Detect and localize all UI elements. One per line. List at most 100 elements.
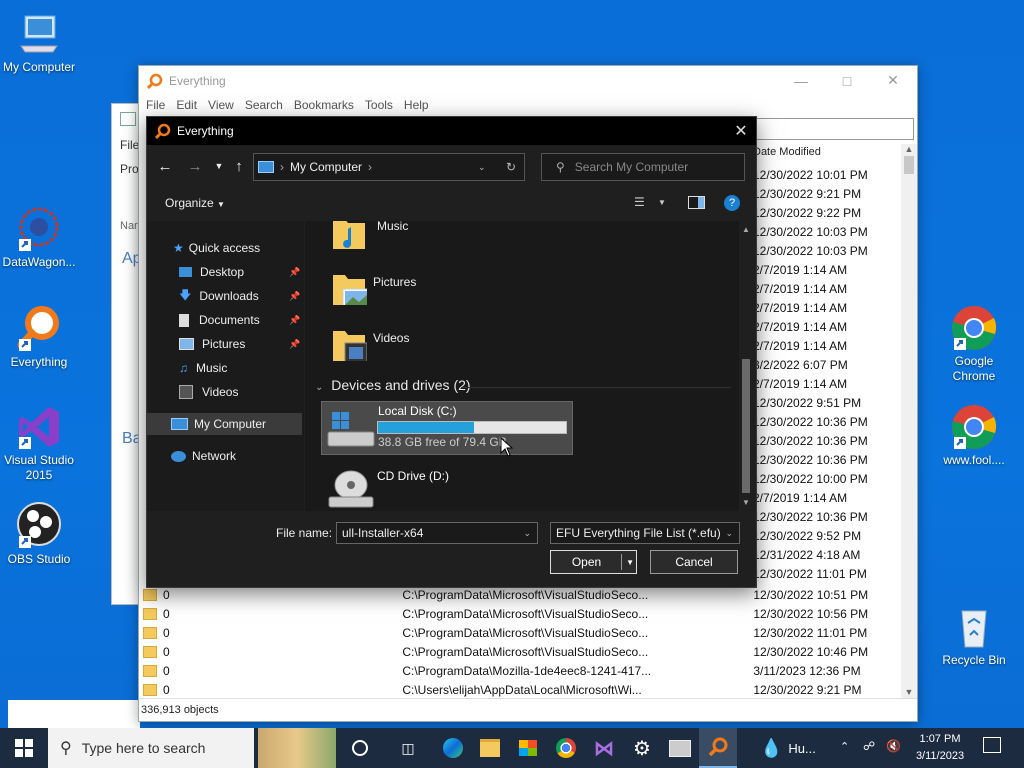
main-search-input[interactable] [756, 118, 914, 140]
nav-music[interactable]: ♫ Music [179, 357, 227, 379]
nav-quick-access[interactable]: ★ Quick access [173, 237, 260, 259]
open-file-dialog[interactable]: Everything ✕ ← → ▼ ↑ › My Computer › ⌄ ↻… [146, 116, 757, 588]
drive-local-disk-c[interactable]: Local Disk (C:) 38.8 GB free of 79.4 GB [321, 401, 573, 455]
scroll-up-icon[interactable]: ▲ [739, 225, 753, 234]
taskbar-weather[interactable]: 💧 Hu... [760, 728, 816, 768]
address-bar[interactable]: › My Computer › ⌄ ↻ [253, 153, 525, 181]
breadcrumb[interactable]: My Computer [290, 160, 362, 174]
folder-label: Videos [373, 331, 410, 345]
tray-chevron-icon[interactable]: ⌃ [840, 740, 849, 753]
dialog-close-button[interactable]: ✕ [726, 117, 756, 145]
taskbar-app-scanner[interactable] [661, 728, 699, 768]
folder-videos[interactable]: Videos [331, 325, 409, 361]
menu-edit[interactable]: Edit [176, 98, 197, 112]
taskbar-edge[interactable] [434, 728, 472, 768]
desktop-icon-recycle-bin[interactable]: Recycle Bin [935, 603, 1013, 668]
column-date-modified[interactable]: Date Modified [753, 146, 821, 158]
desktop-icon-google-chrome[interactable]: Google Chrome [935, 304, 1013, 384]
nav-desktop[interactable]: Desktop [179, 261, 244, 283]
recent-chevron-icon[interactable]: ▼ [209, 151, 229, 181]
view-chevron-icon[interactable]: ▼ [658, 198, 666, 207]
scroll-thumb[interactable] [904, 156, 914, 174]
folder-pictures[interactable]: Pictures [331, 269, 416, 305]
menu-search[interactable]: Search [245, 98, 283, 112]
pin-icon[interactable]: 📌 [289, 267, 300, 278]
chevron-down-icon: ▼ [217, 200, 225, 209]
minimize-button[interactable]: — [778, 66, 824, 95]
taskbar-clock[interactable]: 1:07 PM 3/11/2023 [910, 731, 970, 765]
content-scrollbar[interactable]: ▲ ▼ [739, 221, 753, 511]
menu-bookmarks[interactable]: Bookmarks [294, 98, 354, 112]
organize-button[interactable]: Organize ▼ [165, 196, 225, 210]
task-view-button[interactable]: ◫ [389, 728, 427, 768]
scroll-down-icon[interactable]: ▼ [901, 687, 917, 697]
table-row[interactable]: 0 C:\ProgramData\Mozilla-1de4eec8-1241-41… [143, 661, 893, 680]
desktop-icon-fool[interactable]: www.fool.... [935, 403, 1013, 468]
cortana-button[interactable] [341, 728, 379, 768]
taskbar-store[interactable] [509, 728, 547, 768]
nav-documents[interactable]: Documents [179, 309, 260, 331]
nav-label: My Computer [194, 417, 267, 431]
dialog-search-input[interactable]: ⚲ Search My Computer [541, 153, 745, 181]
menu-tools[interactable]: Tools [365, 98, 393, 112]
taskbar-search-box[interactable]: ⚲ Type here to search [48, 728, 254, 768]
file-name-input[interactable]: ull-Installer-x64 ⌄ [336, 522, 538, 544]
desktop-icon-my-computer[interactable]: My Computer [0, 10, 78, 75]
drive-free-text: 38.8 GB free of 79.4 GB [378, 435, 507, 449]
network-tray-icon[interactable]: ☍ [863, 739, 875, 753]
cancel-button[interactable]: Cancel [650, 550, 738, 574]
close-button[interactable]: ✕ [870, 66, 916, 95]
file-type-select[interactable]: EFU Everything File List (*.efu) ⌄ [550, 522, 740, 544]
taskbar-everything[interactable] [699, 728, 737, 768]
menu-file[interactable]: File [146, 98, 165, 112]
nav-pictures[interactable]: Pictures [179, 333, 245, 355]
taskbar-chrome[interactable] [547, 728, 585, 768]
folder-music[interactable]: Music [331, 221, 408, 249]
drive-cd-d[interactable]: CD Drive (D:) [321, 463, 571, 511]
devices-and-drives-header[interactable]: ⌄ Devices and drives (2) [315, 377, 471, 393]
help-icon[interactable]: ? [724, 195, 740, 211]
table-row[interactable]: 0 C:\ProgramData\Microsoft\VisualStudioSe… [143, 604, 893, 623]
taskbar-settings[interactable]: ⚙ [623, 728, 661, 768]
maximize-button[interactable]: □ [824, 66, 870, 95]
open-button[interactable]: Open ▼ [550, 550, 637, 574]
volume-icon[interactable]: 🔇 [886, 739, 901, 753]
nav-videos[interactable]: Videos [179, 381, 238, 403]
table-row[interactable]: 0 C:\ProgramData\Microsoft\VisualStudioSe… [143, 623, 893, 642]
breadcrumb-chevron-icon[interactable]: › [368, 160, 372, 174]
start-button[interactable] [5, 728, 43, 768]
scroll-thumb[interactable] [742, 359, 750, 493]
chevron-down-icon[interactable]: ⌄ [523, 528, 531, 539]
desktop-icon-visual-studio[interactable]: Visual Studio 2015 [0, 403, 78, 483]
date-cell: 2/7/2019 1:14 AM [753, 377, 848, 391]
view-options-icon[interactable]: ☰ [634, 195, 645, 209]
back-arrow-icon[interactable]: ← [155, 151, 175, 181]
refresh-icon[interactable]: ↻ [506, 160, 516, 174]
pin-icon[interactable]: 📌 [289, 315, 300, 326]
chevron-down-icon[interactable]: ⌄ [725, 528, 733, 539]
up-arrow-icon[interactable]: ↑ [229, 151, 249, 181]
nav-downloads[interactable]: 🡇 Downloads [179, 285, 259, 307]
menu-view[interactable]: View [208, 98, 234, 112]
forward-arrow-icon[interactable]: → [185, 151, 205, 181]
desktop-icon-everything[interactable]: Everything [0, 305, 78, 370]
taskbar-visual-studio[interactable]: ⋈ [585, 728, 623, 768]
table-row[interactable]: 0 C:\Users\elijah\AppData\Local\Microsoft… [143, 680, 893, 699]
menu-help[interactable]: Help [404, 98, 429, 112]
desktop-icon-datawagon[interactable]: DataWagon... [0, 205, 78, 270]
scroll-up-icon[interactable]: ▲ [901, 144, 917, 154]
address-dropdown-icon[interactable]: ⌄ [478, 162, 486, 173]
notification-icon[interactable] [983, 737, 1001, 753]
table-row[interactable]: 0 C:\ProgramData\Microsoft\VisualStudioSe… [143, 642, 893, 661]
results-scrollbar[interactable]: ▲ ▼ [901, 144, 917, 699]
nav-my-computer[interactable]: My Computer [171, 413, 266, 435]
nav-label: Desktop [200, 265, 245, 279]
preview-pane-icon[interactable] [688, 196, 705, 209]
desktop-icon-obs[interactable]: OBS Studio [0, 502, 78, 567]
pin-icon[interactable]: 📌 [289, 339, 300, 350]
taskbar-file-explorer[interactable] [471, 728, 509, 768]
chevron-down-icon[interactable]: ▼ [626, 558, 634, 567]
pin-icon[interactable]: 📌 [289, 291, 300, 302]
nav-network[interactable]: Network [171, 445, 236, 467]
scroll-down-icon[interactable]: ▼ [739, 498, 753, 507]
